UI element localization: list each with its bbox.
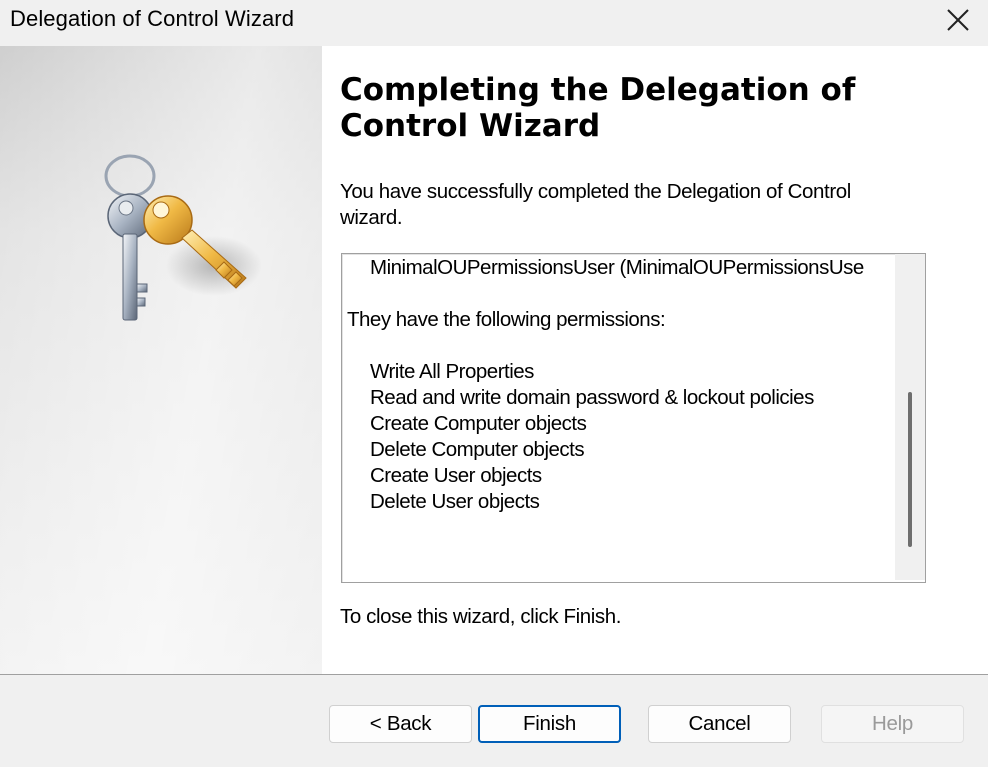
- intro-text: You have successfully completed the Dele…: [340, 179, 940, 231]
- cancel-button[interactable]: Cancel: [648, 705, 791, 743]
- page-title-line2: Control Wizard: [340, 108, 601, 144]
- summary-permissions-intro: They have the following permissions:: [347, 308, 666, 331]
- back-button[interactable]: < Back: [329, 705, 472, 743]
- permission-item: Delete Computer objects: [370, 438, 585, 461]
- wizard-window: Delegation of Control Wizard Completing …: [0, 0, 988, 767]
- summary-content: MinimalOUPermissionsUser (MinimalOUPermi…: [342, 254, 897, 515]
- permission-item: Create Computer objects: [370, 412, 587, 435]
- title-bar: Delegation of Control Wizard: [0, 0, 988, 46]
- summary-spacer: [342, 281, 897, 307]
- intro-line1: You have successfully completed the Dele…: [340, 180, 851, 203]
- wizard-content: Completing the Delegation of Control Wiz…: [322, 46, 988, 674]
- scrollbar-thumb[interactable]: [908, 392, 912, 547]
- summary-user-line: MinimalOUPermissionsUser (MinimalOUPermi…: [370, 256, 864, 279]
- wizard-side-banner: [0, 46, 322, 674]
- permission-item: Create User objects: [370, 464, 542, 487]
- summary-scrollbar[interactable]: [895, 254, 925, 580]
- closing-instruction: To close this wizard, click Finish.: [340, 605, 622, 628]
- page-title-line1: Completing the Delegation of: [340, 72, 856, 108]
- summary-spacer: [342, 333, 897, 359]
- intro-line2: wizard.: [340, 206, 403, 229]
- permission-item: Write All Properties: [370, 360, 534, 383]
- keys-icon: [104, 154, 262, 321]
- permission-item: Read and write domain password & lockout…: [370, 386, 814, 409]
- page-title: Completing the Delegation of Control Wiz…: [340, 72, 960, 144]
- close-button[interactable]: [928, 0, 988, 40]
- close-icon: [947, 9, 969, 31]
- permission-item: Delete User objects: [370, 490, 540, 513]
- summary-textbox[interactable]: MinimalOUPermissionsUser (MinimalOUPermi…: [341, 253, 926, 583]
- window-title: Delegation of Control Wizard: [10, 6, 295, 31]
- finish-button[interactable]: Finish: [478, 705, 621, 743]
- button-bar: < Back Finish Cancel Help: [0, 677, 988, 767]
- help-button[interactable]: Help: [821, 705, 964, 743]
